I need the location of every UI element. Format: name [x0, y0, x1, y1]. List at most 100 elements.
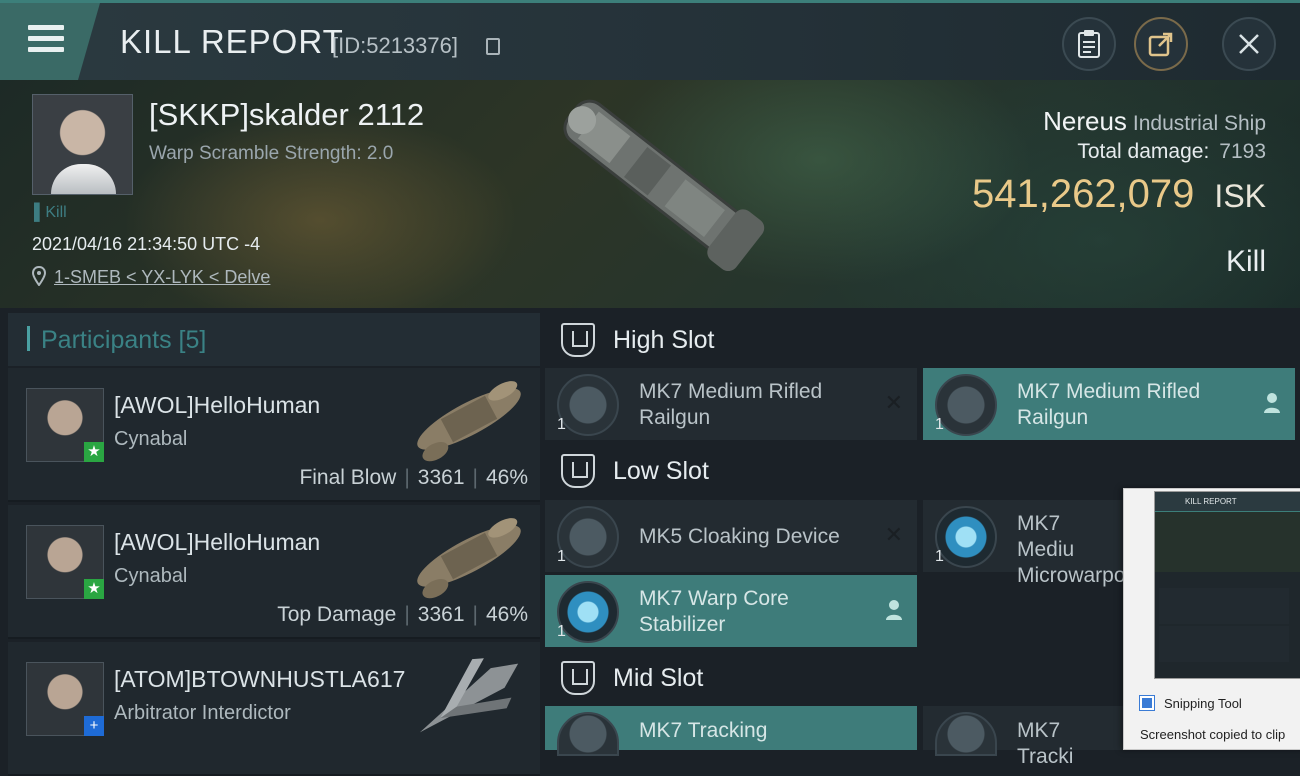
participant-ship: Cynabal	[114, 565, 188, 587]
kill-tag-label: Kill	[45, 204, 67, 221]
participants-header: Participants [5]	[8, 313, 540, 366]
high-slot-header: High Slot	[545, 315, 1300, 375]
participant-ship-image	[417, 518, 521, 599]
screenshot-thumbnail: KILL REPORT	[1154, 491, 1300, 679]
map-pin-icon	[32, 266, 46, 286]
participant-avatar[interactable]: ★	[26, 388, 104, 462]
participant-row[interactable]: ★ [AWOL]HelloHuman Cynabal Top Damage | 33…	[8, 505, 540, 639]
snipping-tool-notification[interactable]: KILL REPORT Snipping Tool Screenshot cop…	[1123, 488, 1300, 750]
participant-avatar[interactable]: +	[26, 662, 104, 736]
isk-value: 541,262,079 ISK	[972, 172, 1266, 217]
participant-name[interactable]: [ATOM]BTOWNHUSTLA617	[114, 666, 405, 693]
copy-icon[interactable]	[486, 38, 500, 55]
star-icon: ★	[84, 442, 104, 462]
module-item[interactable]: MK7 Tracki	[923, 706, 1123, 768]
top-bar: KILL REPORT [ID:5213376]	[0, 0, 1300, 80]
slot-icon	[561, 323, 595, 357]
module-item[interactable]: 1 MK7 Medium Rifled Railgun	[923, 368, 1295, 440]
warp-core-stabilizer-icon	[557, 581, 619, 643]
location-link[interactable]: 1-SMEB < YX-LYK < Delve	[54, 267, 270, 288]
mid-slot-title: Mid Slot	[613, 664, 704, 692]
module-quantity: 1	[935, 548, 944, 565]
section-marker	[27, 326, 30, 351]
report-button[interactable]	[1062, 17, 1116, 71]
total-damage-value: 7193	[1219, 140, 1266, 163]
share-icon	[1148, 32, 1173, 57]
participant-role: Final Blow	[299, 466, 397, 489]
module-name: MK7 Tracki	[1017, 719, 1074, 768]
plus-icon: +	[84, 716, 104, 736]
participant-percent: 46%	[485, 466, 528, 489]
module-quantity: 1	[557, 548, 566, 565]
participant-stats: Top Damage | 3361 | 46%	[277, 603, 528, 626]
close-icon	[1239, 34, 1259, 54]
participant-damage: 3361	[417, 466, 465, 489]
participants-title: Participants [5]	[41, 326, 207, 354]
module-name: MK7 Warp Core Stabilizer	[639, 587, 789, 636]
total-damage: Total damage: 7193	[1077, 140, 1266, 164]
low-slot-title: Low Slot	[613, 457, 709, 485]
railgun-icon	[557, 374, 619, 436]
close-button[interactable]	[1222, 17, 1276, 71]
isk-amount: 541,262,079	[971, 172, 1195, 216]
module-quantity: 1	[935, 416, 944, 433]
participant-stats: Final Blow | 3361 | 46%	[299, 466, 528, 489]
railgun-icon	[935, 374, 997, 436]
person-icon	[1264, 393, 1280, 413]
clipboard-icon	[1078, 30, 1100, 58]
module-name: MK5 Cloaking Device	[639, 525, 840, 548]
victim-ship-image	[563, 99, 765, 272]
module-quantity: 1	[557, 416, 566, 433]
share-button[interactable]	[1134, 17, 1188, 71]
participant-ship-image	[417, 381, 521, 462]
participant-row[interactable]: + [ATOM]BTOWNHUSTLA617 Arbitrator Interd…	[8, 642, 540, 776]
result-label: Kill	[1225, 245, 1266, 278]
participant-percent: 46%	[485, 603, 528, 626]
module-name: MK7 Medium Rifled Railgun	[1017, 380, 1201, 429]
slot-icon	[561, 661, 595, 695]
warp-scramble-strength: Warp Scramble Strength: 2.0	[149, 143, 394, 164]
ship-name: Nereus	[1043, 106, 1127, 136]
ship-type[interactable]: Nereus Industrial Ship	[1043, 106, 1266, 137]
x-mark-icon: ✕	[884, 390, 903, 415]
module-item[interactable]: MK7 Tracking	[545, 706, 917, 756]
participant-avatar[interactable]: ★	[26, 525, 104, 599]
snipping-tool-icon	[1140, 696, 1154, 710]
total-damage-label: Total damage:	[1077, 140, 1210, 163]
participant-ship: Arbitrator Interdictor	[114, 702, 291, 724]
tracking-computer-icon	[557, 712, 619, 756]
ship-class: Industrial Ship	[1132, 112, 1266, 135]
module-item[interactable]: 1 MK7 Warp Core Stabilizer	[545, 575, 917, 647]
microwarpdrive-icon	[935, 506, 997, 568]
module-name: MK7 Tracking	[639, 719, 768, 742]
page-title: KILL REPORT	[120, 23, 344, 60]
hamburger-icon[interactable]	[28, 25, 64, 55]
participant-ship: Cynabal	[114, 428, 188, 450]
kill-tag: ▌Kill	[34, 204, 67, 221]
notification-app-name: Snipping Tool	[1164, 696, 1242, 711]
kill-timestamp: 2021/04/16 21:34:50 UTC -4	[32, 234, 261, 254]
participant-role: Top Damage	[277, 603, 397, 626]
participant-damage: 3361	[417, 603, 465, 626]
high-slot-title: High Slot	[613, 326, 715, 354]
report-id: [ID:5213376]	[332, 33, 458, 58]
thumbnail-title: KILL REPORT	[1185, 497, 1237, 506]
participant-ship-image	[419, 658, 519, 733]
module-name: MK7 Mediu Microwarpo	[1017, 512, 1126, 587]
notification-message: Screenshot copied to clip	[1140, 727, 1286, 742]
participant-name[interactable]: [AWOL]HelloHuman	[114, 392, 320, 419]
star-icon: ★	[84, 579, 104, 599]
module-item[interactable]: 1 MK7 Medium Rifled Railgun ✕	[545, 368, 917, 440]
module-item[interactable]: 1 MK7 Mediu Microwarpo	[923, 500, 1126, 587]
victim-avatar[interactable]	[32, 94, 133, 195]
victim-summary: [SKKP]skalder 2112 Warp Scramble Strengt…	[0, 80, 1300, 308]
module-item[interactable]: 1 MK5 Cloaking Device ✕	[545, 500, 917, 572]
person-icon	[886, 600, 902, 620]
isk-unit: ISK	[1214, 178, 1266, 214]
victim-name[interactable]: [SKKP]skalder 2112	[149, 97, 424, 133]
x-mark-icon: ✕	[884, 522, 903, 547]
module-name: MK7 Medium Rifled Railgun	[639, 380, 823, 429]
participant-row[interactable]: ★ [AWOL]HelloHuman Cynabal Final Blow | 33…	[8, 368, 540, 502]
cloaking-device-icon	[557, 506, 619, 568]
participant-name[interactable]: [AWOL]HelloHuman	[114, 529, 320, 556]
